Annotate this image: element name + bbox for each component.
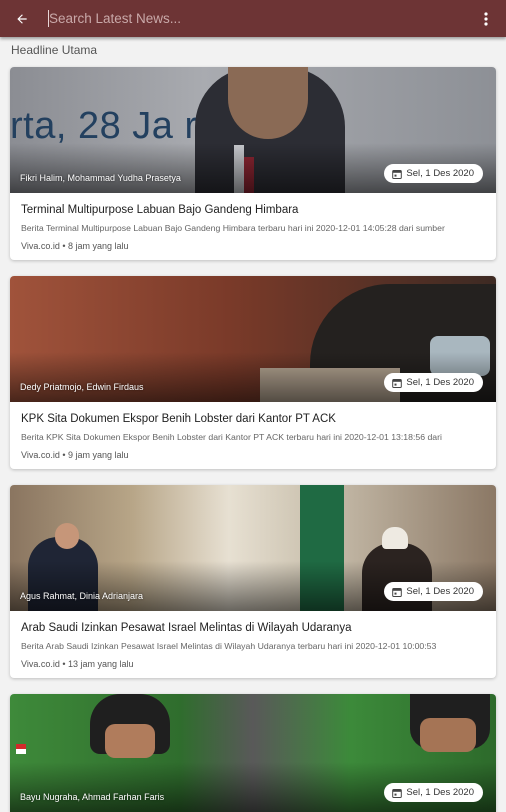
rider-face bbox=[105, 724, 155, 758]
more-vertical-icon bbox=[484, 11, 488, 26]
search-input[interactable]: Search Latest News... bbox=[44, 0, 466, 37]
image-credit: Dedy Priatmojo, Edwin Firdaus bbox=[20, 382, 144, 392]
date-badge: Sel, 1 Des 2020 bbox=[384, 373, 483, 392]
flag-small bbox=[16, 744, 26, 754]
news-image[interactable]: Bayu Nugraha, Ahmad Farhan Faris Sel, 1 … bbox=[10, 694, 496, 812]
news-meta: Viva.co.id • 13 jam yang lalu bbox=[21, 659, 134, 669]
arrow-left-icon bbox=[17, 13, 27, 24]
news-source: Viva.co.id bbox=[21, 241, 60, 251]
image-credit: Agus Rahmat, Dinia Adrianjara bbox=[20, 591, 144, 601]
rider-face-right bbox=[420, 718, 476, 752]
person-right-headdress bbox=[382, 527, 408, 549]
news-meta: Viva.co.id • 8 jam yang lalu bbox=[21, 241, 129, 251]
news-image[interactable]: Dedy Priatmojo, Edwin Firdaus Sel, 1 Des… bbox=[10, 276, 496, 402]
date-text: Sel, 1 Des 2020 bbox=[406, 586, 474, 597]
overflow-menu-button[interactable] bbox=[466, 0, 506, 37]
news-time: 13 jam yang lalu bbox=[68, 659, 134, 669]
news-card[interactable]: Bayu Nugraha, Ahmad Farhan Faris Sel, 1 … bbox=[10, 694, 496, 812]
news-title[interactable]: Arab Saudi Izinkan Pesawat Israel Melint… bbox=[21, 621, 485, 635]
calendar-icon bbox=[392, 169, 403, 179]
news-card[interactable]: Dedy Priatmojo, Edwin Firdaus Sel, 1 Des… bbox=[10, 276, 496, 469]
person-left-head bbox=[55, 523, 79, 549]
news-card[interactable]: rta, 28 Ja ri 2019 Fikri Halim, Mohammad… bbox=[10, 67, 496, 260]
date-text: Sel, 1 Des 2020 bbox=[406, 377, 474, 388]
date-badge: Sel, 1 Des 2020 bbox=[384, 783, 483, 802]
news-summary: Berita KPK Sita Dokumen Ekspor Benih Lob… bbox=[21, 432, 442, 442]
news-card[interactable]: Agus Rahmat, Dinia Adrianjara Sel, 1 Des… bbox=[10, 485, 496, 678]
news-image[interactable]: Agus Rahmat, Dinia Adrianjara Sel, 1 Des… bbox=[10, 485, 496, 611]
image-credit: Bayu Nugraha, Ahmad Farhan Faris bbox=[20, 792, 165, 802]
date-badge: Sel, 1 Des 2020 bbox=[384, 582, 483, 601]
date-text: Sel, 1 Des 2020 bbox=[406, 787, 474, 798]
calendar-icon bbox=[392, 378, 403, 388]
news-time: 8 jam yang lalu bbox=[68, 241, 129, 251]
news-meta: Viva.co.id • 9 jam yang lalu bbox=[21, 450, 129, 460]
text-cursor bbox=[48, 10, 49, 27]
calendar-icon bbox=[392, 587, 403, 597]
news-image[interactable]: rta, 28 Ja ri 2019 Fikri Halim, Mohammad… bbox=[10, 67, 496, 193]
news-source: Viva.co.id bbox=[21, 450, 60, 460]
news-title[interactable]: KPK Sita Dokumen Ekspor Benih Lobster da… bbox=[21, 412, 485, 426]
app-bar: Search Latest News... bbox=[0, 0, 506, 37]
date-text: Sel, 1 Des 2020 bbox=[406, 168, 474, 179]
news-summary: Berita Arab Saudi Izinkan Pesawat Israel… bbox=[21, 641, 437, 651]
news-summary: Berita Terminal Multipurpose Labuan Bajo… bbox=[21, 223, 445, 233]
search-placeholder: Search Latest News... bbox=[49, 11, 182, 26]
news-source: Viva.co.id bbox=[21, 659, 60, 669]
calendar-icon bbox=[392, 788, 403, 798]
section-title: Headline Utama bbox=[11, 43, 98, 57]
back-button[interactable] bbox=[0, 0, 44, 37]
image-credit: Fikri Halim, Mohammad Yudha Prasetya bbox=[20, 173, 181, 183]
date-badge: Sel, 1 Des 2020 bbox=[384, 164, 483, 183]
news-title[interactable]: Terminal Multipurpose Labuan Bajo Ganden… bbox=[21, 203, 485, 217]
news-time: 9 jam yang lalu bbox=[68, 450, 129, 460]
